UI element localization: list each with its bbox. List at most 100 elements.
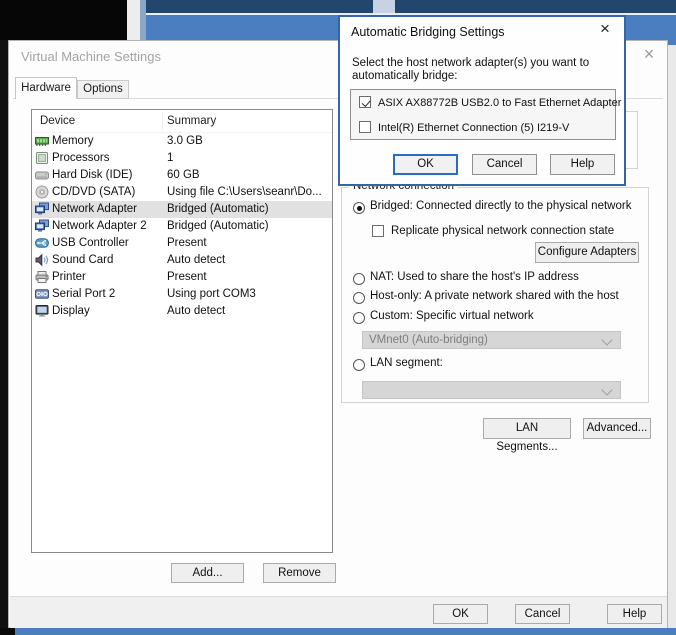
background-right-edge [668, 45, 676, 628]
device-row[interactable]: Processors 1 [32, 150, 332, 167]
device-list: Device Summary Memory 3.0 GB Processors 1 Ha… [31, 109, 333, 553]
device-row[interactable]: Network Adapter 2 Bridged (Automatic) [32, 218, 332, 235]
device-summary: Present [167, 271, 207, 283]
screen: Virtual Machine Settings × Hardware Opti… [0, 0, 676, 635]
device-name: Serial Port 2 [52, 288, 116, 300]
device-row[interactable]: USB Controller Present [32, 235, 332, 252]
background-titlebar-fragment [373, 0, 395, 13]
help-button[interactable]: Help [607, 604, 662, 624]
adapter-list: ASIX AX88772B USB2.0 to Fast Ethernet Ad… [350, 89, 621, 140]
device-name: Printer [52, 271, 86, 283]
cd-dvd-icon [35, 185, 49, 199]
configure-adapters-button[interactable]: Configure Adapters [535, 242, 639, 263]
hard-disk-icon [35, 168, 49, 182]
adapter-row[interactable]: ASIX AX88772B USB2.0 to Fast Ethernet Ad… [359, 95, 621, 115]
device-name: Network Adapter 2 [52, 220, 147, 232]
device-row[interactable]: Serial Port 2 Using port COM3 [32, 286, 332, 303]
device-summary: 1 [167, 152, 174, 164]
processors-icon [35, 151, 49, 165]
adapter-checkbox[interactable] [359, 96, 371, 108]
custom-radio[interactable] [353, 312, 365, 324]
tab-options[interactable]: Options [77, 80, 129, 99]
lan-segments-button[interactable]: LAN Segments... [483, 418, 571, 453]
adapter-checkbox[interactable] [359, 121, 371, 133]
cancel-button[interactable]: Cancel [515, 604, 570, 624]
device-summary: Auto detect [167, 254, 226, 266]
device-row[interactable]: CD/DVD (SATA) Using file C:\Users\seanr\D… [32, 184, 332, 201]
device-summary: Using port COM3 [167, 288, 256, 300]
close-icon[interactable]: × [639, 44, 659, 64]
device-row[interactable]: Display Auto detect [32, 303, 332, 320]
nat-radio[interactable] [353, 273, 365, 285]
serial-port-icon [35, 287, 49, 301]
usb-controller-icon [35, 236, 49, 250]
device-list-header: Device Summary [32, 110, 332, 133]
device-summary: Auto detect [167, 305, 226, 317]
background-window-titlebar [146, 0, 676, 13]
column-header-device: Device [40, 115, 76, 127]
advanced-button[interactable]: Advanced... [583, 418, 651, 439]
device-name: Display [52, 305, 90, 317]
device-name: Processors [52, 152, 110, 164]
chevron-down-icon [601, 384, 613, 396]
network-adapter-icon [35, 219, 49, 233]
tab-hardware[interactable]: Hardware [15, 77, 77, 99]
popup-title: Automatic Bridging Settings [351, 25, 505, 39]
display-icon [35, 304, 49, 318]
remove-button[interactable]: Remove [263, 563, 336, 583]
background-black-region [0, 0, 130, 40]
close-icon[interactable]: × [596, 20, 614, 38]
lan-segment-dropdown[interactable] [362, 381, 621, 399]
device-summary: Using file C:\Users\seanr\Do... [167, 186, 322, 198]
sound-card-icon [35, 253, 49, 267]
device-name: Memory [52, 135, 94, 147]
background-window-border [140, 0, 146, 40]
device-summary: Bridged (Automatic) [167, 203, 269, 215]
host-only-radio-label: Host-only: A private network shared with… [370, 290, 619, 302]
lan-segment-radio[interactable] [353, 359, 365, 371]
device-name: USB Controller [52, 237, 129, 249]
replicate-checkbox-label: Replicate physical network connection st… [391, 225, 615, 237]
nat-radio-label: NAT: Used to share the host's IP address [370, 271, 579, 283]
column-header-summary: Summary [167, 115, 217, 127]
bridged-radio[interactable] [353, 202, 365, 214]
printer-icon [35, 270, 49, 284]
dialog-title: Virtual Machine Settings [21, 49, 161, 64]
device-summary: Bridged (Automatic) [167, 220, 269, 232]
device-row[interactable]: Network Adapter Bridged (Automatic) [32, 201, 332, 218]
device-name: Hard Disk (IDE) [52, 169, 133, 181]
automatic-bridging-settings-dialog: Automatic Bridging Settings × Select the… [338, 15, 626, 186]
background-black-corner [0, 628, 15, 635]
device-summary: 3.0 GB [167, 135, 203, 147]
device-row[interactable]: Hard Disk (IDE) 60 GB [32, 167, 332, 184]
device-rows: Memory 3.0 GB Processors 1 Hard Disk (IDE) 60… [32, 133, 332, 320]
custom-radio-label: Custom: Specific virtual network [370, 310, 534, 322]
replicate-checkbox[interactable] [372, 225, 384, 237]
device-summary: 60 GB [167, 169, 200, 181]
device-row[interactable]: Printer Present [32, 269, 332, 286]
popup-ok-button[interactable]: OK [393, 154, 458, 175]
device-row[interactable]: Sound Card Auto detect [32, 252, 332, 269]
host-only-radio[interactable] [353, 292, 365, 304]
popup-cancel-button[interactable]: Cancel [472, 154, 537, 175]
lan-segment-radio-label: LAN segment: [370, 357, 443, 369]
adapter-rows: ASIX AX88772B USB2.0 to Fast Ethernet Ad… [351, 95, 621, 140]
device-name: Sound Card [52, 254, 114, 266]
adapter-row[interactable]: Intel(R) Ethernet Connection (5) I219-V [359, 120, 615, 140]
popup-description-line1: Select the host network adapter(s) you w… [352, 57, 590, 69]
background-black-edge [0, 40, 8, 635]
bridged-radio-label: Bridged: Connected directly to the physi… [370, 200, 632, 212]
device-row[interactable]: Memory 3.0 GB [32, 133, 332, 150]
custom-network-dropdown-value: VMnet0 (Auto-bridging) [369, 334, 488, 346]
popup-help-button[interactable]: Help [550, 154, 615, 175]
add-button[interactable]: Add... [171, 563, 244, 583]
chevron-down-icon [601, 334, 613, 346]
device-summary: Present [167, 237, 207, 249]
memory-icon [35, 134, 49, 148]
ok-button[interactable]: OK [433, 604, 488, 624]
device-name: Network Adapter [52, 203, 138, 215]
background-window-edge [127, 0, 140, 40]
adapter-label: ASIX AX88772B USB2.0 to Fast Ethernet Ad… [378, 97, 622, 109]
custom-network-dropdown[interactable]: VMnet0 (Auto-bridging) [362, 331, 621, 349]
popup-description-line2: automatically bridge: [352, 70, 458, 82]
